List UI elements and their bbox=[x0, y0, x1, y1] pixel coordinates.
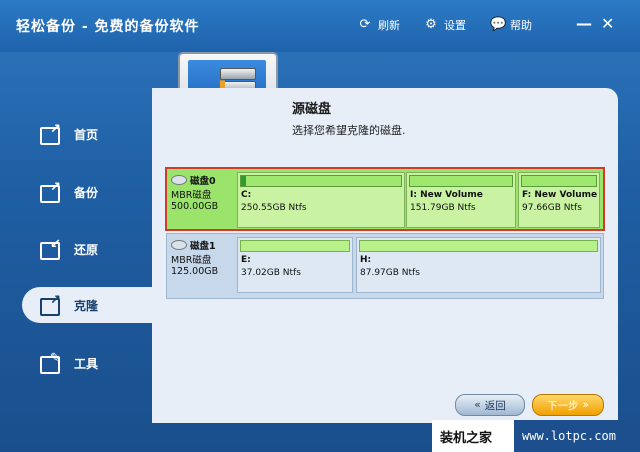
settings-button[interactable]: ⚙ 设置 bbox=[424, 17, 466, 33]
usage-bar bbox=[521, 175, 597, 187]
partition-size: 151.79GB Ntfs bbox=[410, 203, 476, 213]
disk-name: 磁盘0 bbox=[190, 176, 216, 187]
home-icon: ↗ bbox=[40, 123, 64, 145]
back-button[interactable]: « 返回 bbox=[455, 394, 525, 416]
double-chevron-left-icon: « bbox=[474, 399, 481, 411]
watermark: 装机之家 www.lotpc.com bbox=[432, 420, 640, 452]
sidebar-item-label: 克隆 bbox=[74, 298, 99, 313]
back-label: 返回 bbox=[484, 399, 506, 412]
next-button[interactable]: 下一步 » bbox=[532, 394, 604, 416]
refresh-button[interactable]: ⟳ 刷新 bbox=[358, 17, 400, 33]
partition-label: I: New Volume bbox=[410, 190, 483, 200]
sidebar-item-label: 还原 bbox=[74, 242, 99, 257]
watermark-url: www.lotpc.com bbox=[514, 420, 640, 452]
partition-i[interactable]: I: New Volume 151.79GB Ntfs bbox=[406, 172, 516, 228]
disk-name: 磁盘1 bbox=[190, 241, 216, 252]
tools-icon: ✎ bbox=[40, 352, 64, 374]
section-description: 选择您希望克隆的磁盘. bbox=[292, 124, 406, 137]
gear-icon: ⚙ bbox=[425, 17, 437, 32]
restore-icon: ↙ bbox=[40, 238, 64, 260]
sidebar-item-clone[interactable]: ↗ 克隆 bbox=[22, 287, 157, 323]
partition-f[interactable]: F: New Volume 97.66GB Ntfs bbox=[518, 172, 600, 228]
disk-size: 500.00GB bbox=[171, 201, 219, 212]
app-title: 轻松备份 - 免费的备份软件 bbox=[16, 19, 200, 35]
close-button[interactable]: ✕ bbox=[601, 14, 614, 33]
section-title: 源磁盘 bbox=[292, 102, 332, 117]
partition-e[interactable]: E: 37.02GB Ntfs bbox=[237, 237, 353, 293]
partition-label: E: bbox=[241, 255, 251, 265]
sidebar-item-tools[interactable]: ✎ 工具 bbox=[22, 345, 152, 381]
partition-label: C: bbox=[241, 190, 252, 200]
partition-size: 250.55GB Ntfs bbox=[241, 203, 307, 213]
settings-label: 设置 bbox=[444, 19, 466, 32]
usage-bar bbox=[240, 175, 402, 187]
partition-label: F: New Volume bbox=[522, 190, 598, 200]
backup-icon: ↗ bbox=[40, 181, 64, 203]
sidebar-item-backup[interactable]: ↗ 备份 bbox=[22, 174, 152, 210]
disk-icon bbox=[171, 240, 187, 250]
partition-c[interactable]: C: 250.55GB Ntfs bbox=[237, 172, 405, 228]
refresh-label: 刷新 bbox=[378, 19, 400, 32]
watermark-brand: 装机之家 bbox=[440, 430, 493, 446]
usage-bar bbox=[240, 240, 350, 252]
title-bar: 轻松备份 - 免费的备份软件 ⟳ 刷新 ⚙ 设置 💬 帮助 — ✕ bbox=[0, 0, 640, 52]
disk-type: MBR磁盘 bbox=[171, 190, 212, 201]
sidebar-item-restore[interactable]: ↙ 还原 bbox=[22, 231, 152, 267]
app-window: 轻松备份 - 免费的备份软件 ⟳ 刷新 ⚙ 设置 💬 帮助 — ✕ ⬇ ↗ bbox=[0, 0, 640, 452]
help-label: 帮助 bbox=[510, 19, 532, 32]
disk-size: 125.00GB bbox=[171, 266, 219, 277]
sidebar-item-home[interactable]: ↗ 首页 bbox=[22, 116, 152, 152]
disk-row-0[interactable]: 磁盘0 MBR磁盘 500.00GB C: 250.55GB Ntfs I: N… bbox=[165, 167, 605, 231]
partition-size: 87.97GB Ntfs bbox=[360, 268, 420, 278]
partition-h[interactable]: H: 87.97GB Ntfs bbox=[356, 237, 601, 293]
disk-icon bbox=[171, 175, 187, 185]
sidebar-item-label: 工具 bbox=[74, 356, 99, 371]
disk-row-1[interactable]: 磁盘1 MBR磁盘 125.00GB E: 37.02GB Ntfs H: 87… bbox=[166, 233, 604, 299]
next-label: 下一步 bbox=[547, 399, 579, 412]
help-button[interactable]: 💬 帮助 bbox=[490, 17, 532, 33]
usage-bar bbox=[359, 240, 598, 252]
usage-bar bbox=[409, 175, 513, 187]
disk-info: 磁盘1 MBR磁盘 125.00GB bbox=[171, 238, 233, 290]
sidebar-item-label: 首页 bbox=[74, 127, 99, 142]
minimize-button[interactable]: — bbox=[576, 14, 592, 33]
partition-label: H: bbox=[360, 255, 372, 265]
sidebar-item-label: 备份 bbox=[74, 185, 99, 200]
partition-size: 37.02GB Ntfs bbox=[241, 268, 301, 278]
double-chevron-right-icon: » bbox=[582, 399, 589, 411]
partition-size: 97.66GB Ntfs bbox=[522, 203, 582, 213]
disk-type: MBR磁盘 bbox=[171, 255, 212, 266]
clone-icon: ↗ bbox=[40, 294, 64, 316]
help-icon: 💬 bbox=[490, 17, 507, 32]
disk-info: 磁盘0 MBR磁盘 500.00GB bbox=[171, 173, 233, 225]
refresh-icon: ⟳ bbox=[359, 17, 371, 32]
